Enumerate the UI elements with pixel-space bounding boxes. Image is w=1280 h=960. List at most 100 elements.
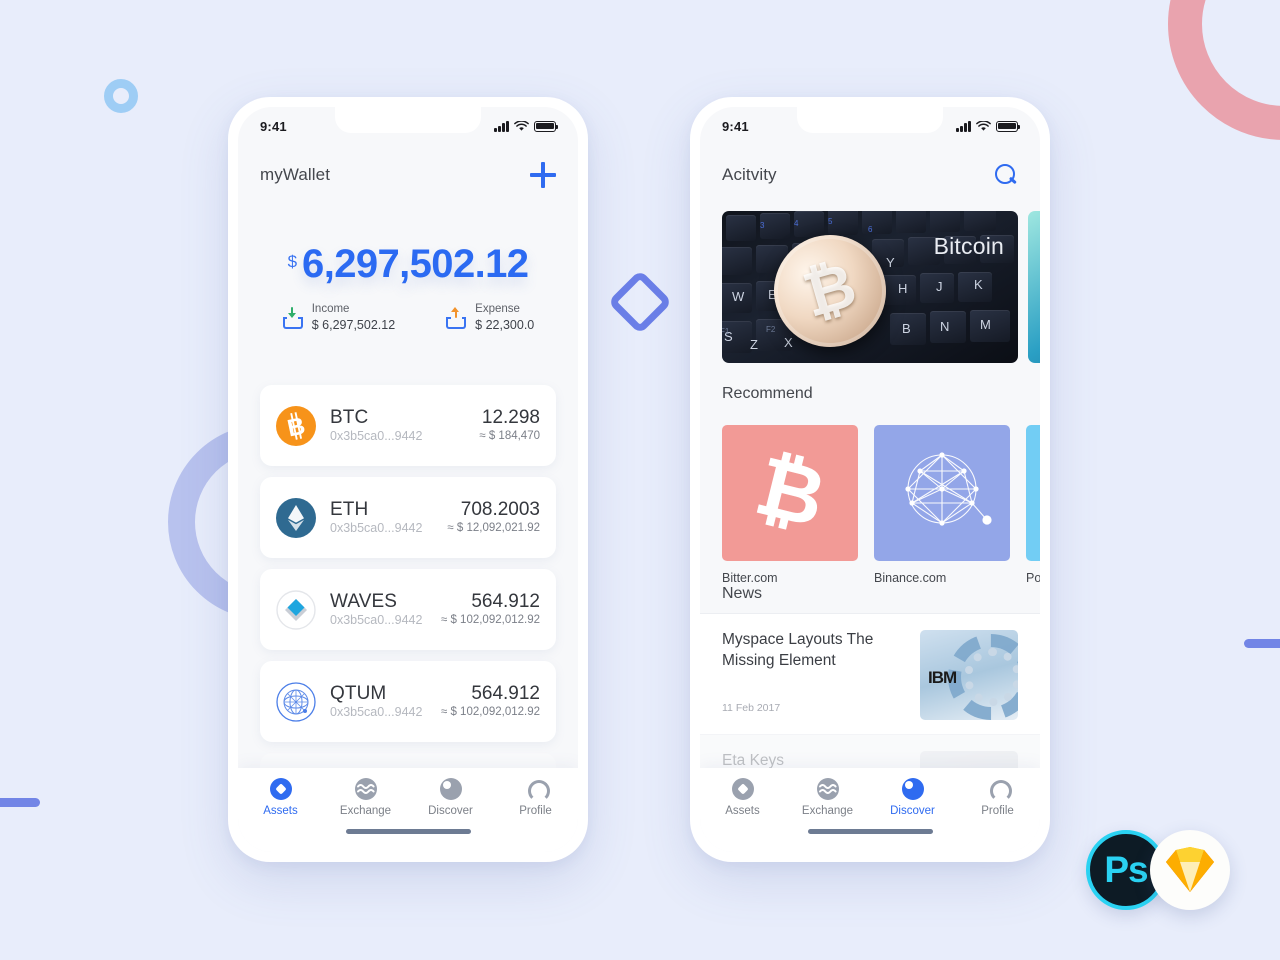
sketch-diamond-icon [1166,847,1214,892]
photoshop-label: Ps [1104,849,1148,890]
waves-icon [276,589,316,630]
exchange-wave-icon [816,777,839,800]
asset-symbol: ETH [330,498,369,520]
status-icons [956,120,1021,132]
tab-exchange[interactable]: Exchange [785,777,870,817]
banner-caption: Bitcoin [933,233,1004,259]
asset-address: 0x3b5ca0...9442 [330,613,423,627]
exchange-wave-icon [354,777,377,800]
profile-person-icon [987,778,1012,802]
balance-amount: 6,297,502.12 [302,242,529,286]
table-row[interactable]: QTUM 0x3b5ca0...9442 564.912 ≈ $ 102,092… [260,661,556,742]
asset-amount: 564.912 [471,683,540,705]
balance-row: $ 6,297,502.12 [288,244,529,284]
asset-address: 0x3b5ca0...9442 [330,429,423,443]
banner-carousel[interactable]: W E S F1 F2 H J K B N M Y Z X 3 4 5 6 ₿ … [722,211,1040,363]
tab-profile[interactable]: Profile [493,778,578,817]
section-title-recommend: Recommend [722,385,813,402]
banner-card-next[interactable] [1028,211,1040,363]
section-title-news: News [722,585,763,602]
income-value: $ 6,297,502.12 [311,318,396,333]
tab-label: Assets [725,804,760,817]
bitcoin-b-icon: ₿ [746,440,834,545]
decor-bar-left [0,798,40,807]
wifi-icon [976,120,991,131]
asset-symbol: WAVES [330,590,398,612]
asset-list: B BTC 0x3b5ca0...9442 12.298 ≈ $ 184,470 [238,385,578,834]
ethereum-icon [276,497,316,538]
home-indicator[interactable] [345,829,471,834]
page-title: Acitvity [722,165,777,184]
tab-profile[interactable]: Profile [955,778,1040,817]
assets-diamond-icon [731,777,754,800]
qtum-icon [276,681,316,722]
tab-label: Exchange [801,804,854,817]
canvas: 9:41 myWallet $ 6,297,502.12 Income $ 6,… [0,0,1280,960]
tray-up-icon [445,306,467,329]
news-thumbnail: IBM [920,630,1018,720]
battery-icon [534,120,559,132]
signal-icon [494,120,509,132]
asset-usd-value: ≈ $ 12,092,021.92 [447,521,540,534]
search-icon[interactable] [994,163,1018,187]
discover-circle-icon [901,777,924,800]
recommend-tile[interactable] [874,425,1010,561]
add-wallet-button[interactable] [530,162,556,188]
tab-exchange[interactable]: Exchange [323,777,408,817]
asset-address: 0x3b5ca0...9442 [330,521,423,535]
news-title: Myspace Layouts The Missing Element [722,631,874,669]
balance-section: $ 6,297,502.12 Income $ 6,297,502.12 Exp… [238,244,578,334]
status-time: 9:41 [260,118,287,134]
tab-label: Assets [263,804,298,817]
tab-label: Discover [428,804,473,817]
network-polyhedron-icon [905,452,992,526]
page-title: myWallet [260,165,331,184]
tab-assets[interactable]: Assets [238,777,323,817]
table-row[interactable]: ETH 0x3b5ca0...9442 708.2003 ≈ $ 12,092,… [260,477,556,558]
status-icons [494,120,559,132]
expense-summary: Expense $ 22,300.0 [445,302,534,334]
asset-usd-value: ≈ $ 184,470 [479,429,540,442]
activity-header: Acitvity [700,145,1040,205]
discover-circle-icon [439,777,462,800]
table-row[interactable]: WAVES 0x3b5ca0...9442 564.912 ≈ $ 102,09… [260,569,556,650]
list-item[interactable]: Polon [1026,425,1040,585]
asset-usd-value: ≈ $ 102,092,012.92 [440,705,540,718]
tab-bar: Assets Exchange Discover Profile [238,768,578,852]
tab-label: Exchange [339,804,392,817]
list-item[interactable]: Binance.com [874,425,1010,585]
phone-wallet: 9:41 myWallet $ 6,297,502.12 Income $ 6,… [228,97,588,862]
sketch-badge [1150,830,1230,910]
asset-address: 0x3b5ca0...9442 [330,705,423,719]
bitcoin-icon: B [276,405,316,446]
asset-usd-value: ≈ $ 102,092,012.92 [440,613,540,626]
income-summary: Income $ 6,297,502.12 [282,302,395,334]
asset-amount: 564.912 [471,591,540,613]
banner-card[interactable]: W E S F1 F2 H J K B N M Y Z X 3 4 5 6 ₿ … [722,211,1018,363]
profile-person-icon [525,778,550,802]
battery-icon [996,120,1021,132]
home-indicator[interactable] [807,829,933,834]
phone-activity: 9:41 Acitvity W E S F1 F2 H J K B N M Y … [690,97,1050,862]
tab-discover[interactable]: Discover [408,777,493,817]
wifi-icon [514,120,529,131]
recommend-tile[interactable] [1026,425,1040,561]
list-item[interactable]: ₿ Bitter.com [722,425,858,585]
tab-discover[interactable]: Discover [870,777,955,817]
asset-amount: 12.298 [481,407,540,429]
decor-bar-right [1244,639,1280,648]
table-row[interactable]: B BTC 0x3b5ca0...9442 12.298 ≈ $ 184,470 [260,385,556,466]
tab-label: Profile [519,804,552,817]
notch [335,107,481,133]
recommend-tile[interactable]: ₿ [722,425,858,561]
expense-label: Expense [475,303,520,315]
recommend-label: Binance.com [874,571,947,585]
tab-label: Discover [890,804,935,817]
tab-assets[interactable]: Assets [700,777,785,817]
summary-row: Income $ 6,297,502.12 Expense $ 22,300.0 [238,302,578,334]
asset-symbol: BTC [330,406,369,428]
recommend-label: Bitter.com [722,571,778,585]
recommend-list: ₿ Bitter.com Binance.com Po [722,425,1040,585]
list-item[interactable]: Myspace Layouts The Missing Element 11 F… [700,613,1040,734]
activity-screen: 9:41 Acitvity W E S F1 F2 H J K B N M Y … [700,107,1040,852]
